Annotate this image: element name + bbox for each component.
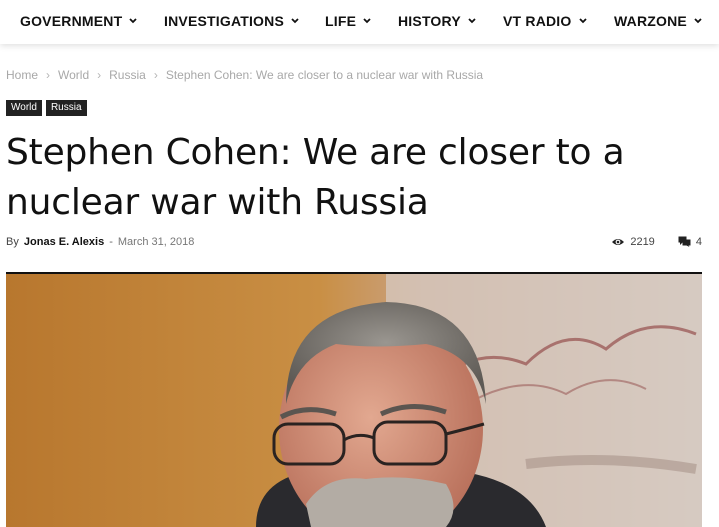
category-tag-russia[interactable]: Russia <box>45 100 87 116</box>
nav-item-investigations[interactable]: INVESTIGATIONS <box>164 12 299 30</box>
nav-item-label: GOVERNMENT <box>20 13 123 29</box>
publish-date: March 31, 2018 <box>117 236 195 248</box>
category-tag-world[interactable]: World <box>6 100 42 116</box>
meta-separator: - <box>109 236 113 248</box>
eye-icon <box>612 239 625 245</box>
view-count: 2219 <box>611 236 655 248</box>
nav-item-label: INVESTIGATIONS <box>164 13 284 29</box>
article-stats: 2219 4 <box>591 236 702 248</box>
nav-item-label: VT RADIO <box>503 13 572 29</box>
comments-icon <box>678 236 691 247</box>
nav-item-history[interactable]: HISTORY <box>398 12 476 30</box>
breadcrumb-current: Stephen Cohen: We are closer to a nuclea… <box>165 68 484 82</box>
breadcrumb-separator: › <box>97 68 102 82</box>
breadcrumb-world-link[interactable]: World <box>58 68 89 82</box>
chevron-down-icon <box>694 18 702 24</box>
breadcrumb-separator: › <box>153 68 158 82</box>
breadcrumb-home-link[interactable]: Home <box>6 68 38 82</box>
byline-prefix: By <box>6 236 19 248</box>
article-title: Stephen Cohen: We are closer to a nuclea… <box>6 132 625 223</box>
nav-item-government[interactable]: GOVERNMENT <box>20 12 137 30</box>
breadcrumb: Home › World › Russia › Stephen Cohen: We are … <box>6 68 483 82</box>
chevron-down-icon <box>578 18 587 24</box>
comment-count-value: 4 <box>695 236 702 248</box>
breadcrumb-separator: › <box>46 68 51 82</box>
view-count-value: 2219 <box>630 236 655 248</box>
chevron-down-icon <box>468 18 476 24</box>
nav-item-label: WARZONE <box>614 13 687 29</box>
comment-count[interactable]: 4 <box>678 236 702 248</box>
featured-image-graphic <box>6 274 702 527</box>
nav-item-vt-radio[interactable]: VT RADIO <box>503 12 587 30</box>
chevron-down-icon <box>291 18 299 24</box>
breadcrumb-russia-link[interactable]: Russia <box>109 68 146 82</box>
chevron-down-icon <box>363 18 371 24</box>
chevron-down-icon <box>129 18 137 24</box>
nav-item-life[interactable]: LIFE <box>325 12 371 30</box>
nav-item-label: LIFE <box>325 13 357 29</box>
nav-item-warzone[interactable]: WARZONE <box>614 12 702 30</box>
top-navigation: GOVERNMENT INVESTIGATIONS LIFE HISTORY V… <box>0 0 719 44</box>
article-meta: By Jonas E. Alexis - March 31, 2018 <box>6 236 194 248</box>
author-link[interactable]: Jonas E. Alexis <box>24 236 104 248</box>
category-tags: World Russia <box>6 97 91 116</box>
nav-item-label: HISTORY <box>398 13 461 29</box>
featured-image[interactable] <box>6 272 702 527</box>
